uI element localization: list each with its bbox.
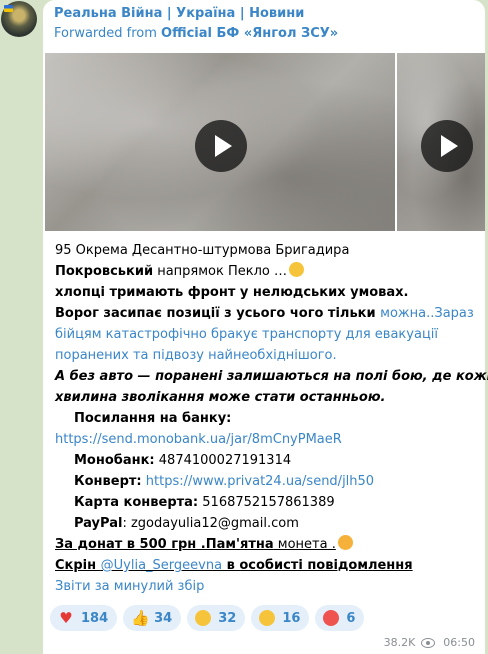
text-line: Карта конверта: 5168752157861389 xyxy=(55,492,473,513)
text-line: Ворог засипає позиції з усього чого тіль… xyxy=(55,303,474,324)
user-mention-link[interactable]: @Uylia_Sergeevna xyxy=(101,558,222,573)
channel-avatar[interactable] xyxy=(1,1,37,37)
text-segment: напрямок Пекло … xyxy=(153,264,288,279)
text-line: хлопці тримають фронт у нелюдських умова… xyxy=(55,282,473,303)
text-segment: Покровський xyxy=(55,264,154,279)
text-line: поранених та підвозу найнеобхіднішого. xyxy=(55,345,473,366)
party-face-emoji-icon xyxy=(337,535,353,550)
heart-icon: ♥ xyxy=(59,609,73,627)
text-line: Звіти за минулий збір xyxy=(55,576,473,597)
crying-emoji-icon xyxy=(289,262,305,277)
text-segment: Карта конверта: xyxy=(74,495,199,510)
text-line: Монобанк: 4874100027191314 xyxy=(55,450,473,471)
report-link[interactable]: Звіти за минулий збір xyxy=(55,579,204,594)
reaction-grinning[interactable]: 16 xyxy=(251,605,310,631)
text-line: 95 Окрема Десантно-штурмова Бригадира xyxy=(55,240,473,261)
reaction-count: 16 xyxy=(282,610,301,626)
text-segment: PayPal xyxy=(74,516,123,531)
text-segment: бійцям катастрофічно бракує транспорту д… xyxy=(55,327,439,342)
play-icon[interactable] xyxy=(195,120,247,172)
text-segment: хлопці тримають фронт у нелюдських умова… xyxy=(55,285,409,300)
message-text: 95 Окрема Десантно-штурмова Бригадира По… xyxy=(55,240,488,597)
inline-link[interactable]: можна xyxy=(380,306,426,321)
reaction-angry[interactable]: 6 xyxy=(315,605,365,631)
forwarded-source-link[interactable]: Official БФ «Янгол ЗСУ» xyxy=(161,26,338,41)
text-segment: ..Зараз xyxy=(426,306,474,321)
text-line: За донат в 500 грн .Пам'ятна монета . xyxy=(55,534,473,555)
text-segment: монета . xyxy=(273,537,336,552)
angry-face-icon xyxy=(323,610,340,626)
message-time: 06:50 xyxy=(443,636,475,649)
message-meta: 38.2K 06:50 xyxy=(384,636,475,649)
thumbs-up-icon: 👍 xyxy=(131,609,150,627)
media-album xyxy=(45,53,485,231)
text-line: Конверт: https://www.privat24.ua/send/jl… xyxy=(55,471,473,492)
text-line: А без авто — поранені залишаються на пол… xyxy=(55,366,488,387)
forwarded-from: Forwarded from Official БФ «Янгол ЗСУ» xyxy=(54,26,477,41)
text-segment: 95 Окрема Десантно-штурмова Бригадира xyxy=(55,243,350,258)
text-line: Покровський напрямок Пекло … xyxy=(55,261,473,282)
reaction-count: 6 xyxy=(346,610,356,626)
message-bubble: Реальна Війна | Україна | Новини Forward… xyxy=(43,0,488,654)
forwarded-prefix: Forwarded from xyxy=(54,26,162,41)
text-segment: За донат в 500 грн .Пам'ятна xyxy=(55,537,274,552)
channel-name[interactable]: Реальна Війна | Україна | Новини xyxy=(54,6,477,21)
text-line: бійцям катастрофічно бракує транспорту д… xyxy=(55,324,473,345)
text-segment: Ворог засипає позиції з усього чого тіль… xyxy=(55,306,381,321)
paypal-email: : zgodayulia12@gmail.com xyxy=(122,516,299,531)
text-line: Скрін @Uylia_Sergeevna в особисті повідо… xyxy=(55,555,473,576)
text-line: хвилина зволікання може стати останньою. xyxy=(55,387,473,408)
message-header: Реальна Війна | Україна | Новини Forward… xyxy=(54,6,477,41)
reaction-crying[interactable]: 32 xyxy=(187,605,246,631)
grinning-face-icon xyxy=(259,610,276,626)
reaction-thumbs-up[interactable]: 👍 34 xyxy=(123,605,182,631)
text-segment: в особисті повідомлення xyxy=(222,558,413,573)
reaction-count: 32 xyxy=(218,610,237,626)
text-segment: хвилина зволікання може стати останньою. xyxy=(55,390,386,405)
text-line: Посилання на банку: xyxy=(55,408,473,429)
text-line: https://send.monobank.ua/jar/8mCnyPMaeR xyxy=(55,429,473,450)
card-number: 4874100027191314 xyxy=(154,453,292,468)
ukraine-flag-icon xyxy=(4,5,13,12)
eye-icon xyxy=(421,637,436,648)
bank-jar-link[interactable]: https://send.monobank.ua/jar/8mCnyPMaeR xyxy=(55,432,342,447)
text-segment: поранених та підвозу найнеобхіднішого. xyxy=(55,348,337,363)
card-number: 5168752157861389 xyxy=(198,495,335,510)
text-segment: Посилання на банку: xyxy=(74,411,232,426)
reactions-bar: ♥ 184 👍 34 32 16 6 xyxy=(50,605,365,631)
text-segment: А без авто — поранені залишаються на пол… xyxy=(55,369,488,384)
play-icon[interactable] xyxy=(421,120,473,172)
text-segment: Конверт: xyxy=(74,474,142,489)
text-segment: Скрін xyxy=(55,558,101,573)
envelope-link[interactable]: https://www.privat24.ua/send/jlh50 xyxy=(146,474,374,489)
view-count: 38.2K xyxy=(383,636,416,649)
reaction-count: 184 xyxy=(81,610,109,626)
reaction-count: 34 xyxy=(154,610,173,626)
reaction-heart[interactable]: ♥ 184 xyxy=(50,605,118,631)
text-segment: Монобанк: xyxy=(74,453,155,468)
text-line: PayPal: zgodayulia12@gmail.com xyxy=(55,513,473,534)
crying-face-icon xyxy=(195,610,212,626)
